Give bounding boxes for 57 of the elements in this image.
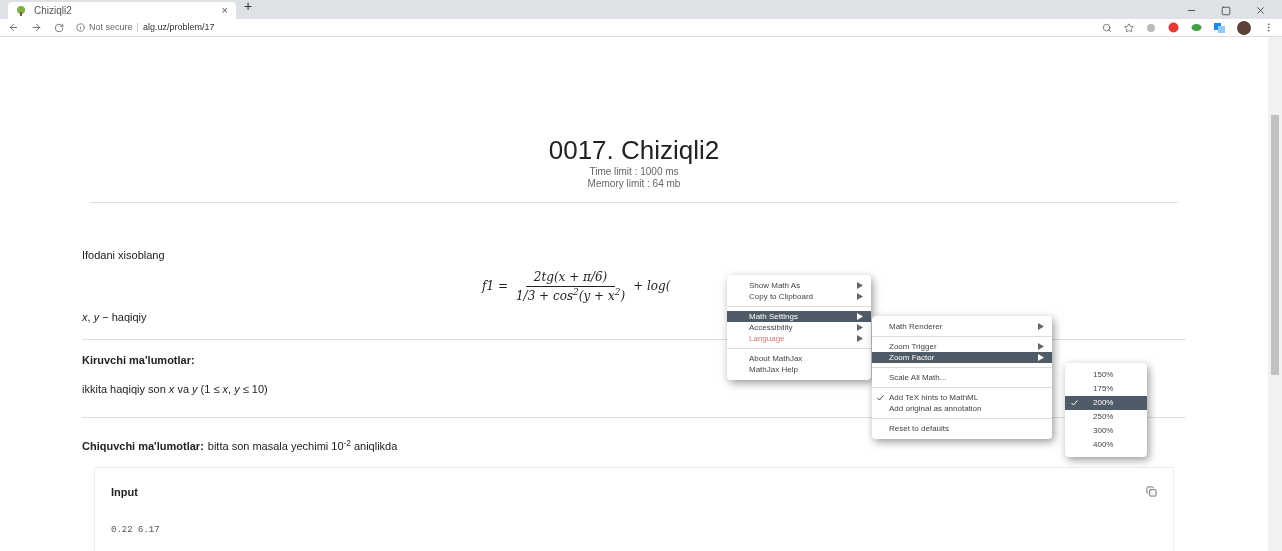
- menu-item[interactable]: Add TeX hints to MathML: [872, 392, 1052, 403]
- browser-tab[interactable]: Chiziqli2 ×: [8, 2, 236, 19]
- menu-item[interactable]: 200%: [1065, 396, 1147, 410]
- tab-title: Chiziqli2: [34, 4, 73, 18]
- menu-item[interactable]: 250%: [1065, 410, 1147, 424]
- back-icon[interactable]: [8, 22, 19, 33]
- menu-item[interactable]: Math Settings: [727, 311, 871, 322]
- example-value: 0.22 6.17: [111, 524, 160, 537]
- submenu-arrow-icon: [1038, 323, 1044, 330]
- time-limit: Time limit : 1000 ms: [589, 166, 679, 178]
- address-bar[interactable]: Not secure | alg.uz/problem/17: [76, 20, 1076, 35]
- memory-limit: Memory limit : 64 mb: [587, 178, 681, 190]
- stop-sign-icon[interactable]: [1168, 22, 1179, 33]
- menu-item[interactable]: Zoom Trigger: [872, 341, 1052, 352]
- menu-item[interactable]: Reset to defaults: [872, 423, 1052, 434]
- menu-item[interactable]: Scale All Math...: [872, 372, 1052, 383]
- problem-title: 0017. Chiziqli2: [548, 134, 720, 166]
- scrollbar[interactable]: [1268, 37, 1282, 551]
- menu-item[interactable]: MathJax Help: [727, 364, 871, 375]
- close-tab-button[interactable]: ×: [221, 2, 228, 19]
- copy-icon[interactable]: [1146, 486, 1157, 498]
- zoom-icon[interactable]: [1102, 22, 1112, 33]
- address-divider: |: [136, 20, 139, 34]
- avatar-icon[interactable]: [1237, 20, 1251, 35]
- menu-item[interactable]: Show Math As: [727, 280, 871, 291]
- example-label: Input: [111, 484, 138, 500]
- forward-icon[interactable]: [31, 22, 42, 33]
- info-icon: [76, 23, 85, 32]
- translate-icon[interactable]: [1214, 22, 1225, 33]
- bookmark-star-icon[interactable]: [1124, 22, 1134, 33]
- menu-item[interactable]: 300%: [1065, 424, 1147, 438]
- url-text: alg.uz/problem/17: [142, 20, 215, 34]
- close-icon[interactable]: [1255, 5, 1266, 16]
- checkmark-icon: [1071, 400, 1078, 406]
- menu-item[interactable]: About MathJax: [727, 353, 871, 364]
- menu-item[interactable]: Accessibility: [727, 322, 871, 333]
- input-description: ikkita haqiqiy son x va y (1 ≤ x, y ≤ 10): [82, 381, 268, 397]
- input-heading: Kiruvchi ma'lumotlar:: [82, 353, 195, 368]
- output-description: bitta son masala yechimi 10$^{-2}$ aniqlikda: [207, 438, 398, 454]
- extension-icon[interactable]: [1146, 22, 1156, 33]
- maximize-icon[interactable]: [1221, 5, 1231, 16]
- statement-text: Ifodani xisoblang: [82, 248, 165, 263]
- tree-icon: [16, 5, 26, 16]
- menu-item[interactable]: 150%: [1065, 368, 1147, 382]
- menu-item[interactable]: Math Renderer: [872, 321, 1052, 332]
- menu-item[interactable]: 175%: [1065, 382, 1147, 396]
- security-label: Not secure: [89, 20, 133, 34]
- menu-item[interactable]: 400%: [1065, 438, 1147, 452]
- leaf-icon[interactable]: [1191, 22, 1202, 33]
- output-heading: Chiquvchi ma'lumotlar:: [82, 439, 204, 454]
- menu-item[interactable]: Zoom Factor: [872, 352, 1052, 363]
- menu-item[interactable]: Add original as annotation: [872, 403, 1052, 414]
- reload-icon[interactable]: [54, 22, 64, 33]
- new-tab-button[interactable]: +: [244, 0, 253, 17]
- menu-item[interactable]: Copy to Clipboard: [727, 291, 871, 302]
- variables-text: x, y − haqiqiy: [82, 309, 147, 325]
- checkmark-icon: [877, 394, 884, 401]
